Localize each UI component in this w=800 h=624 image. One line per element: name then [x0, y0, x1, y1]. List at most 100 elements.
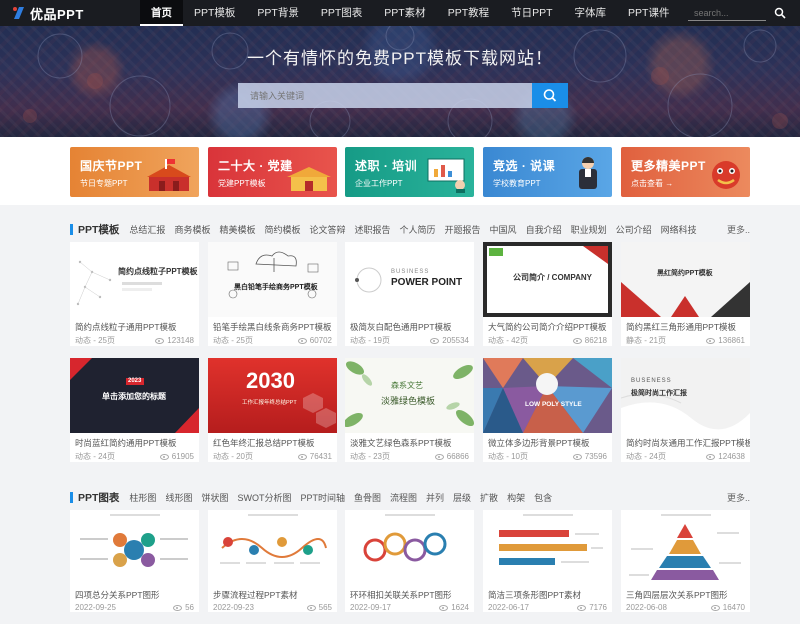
nav-link-fonts[interactable]: 字体库 [564, 0, 618, 26]
tag-chinese-style[interactable]: 中国风 [490, 223, 517, 236]
chart-thumbnail [70, 510, 199, 585]
tag-career[interactable]: 职业规划 [571, 223, 607, 236]
tag-proposal[interactable]: 开题报告 [445, 223, 481, 236]
category-subtitle: 企业工作PPT [355, 179, 403, 188]
card-title: 淡雅文艺绿色森系PPT模板 [350, 438, 452, 448]
tag-swot[interactable]: SWOT分析图 [237, 491, 291, 504]
hero-search-input[interactable] [238, 83, 532, 108]
template-card[interactable]: 黑红简约PPT模板 简约黑红三角形通用PPT模板 静态 - 21页 136861 [621, 242, 750, 346]
tag-hierarchy[interactable]: 层级 [453, 491, 471, 504]
nav-link-ppt-courseware[interactable]: PPT课件 [617, 0, 680, 26]
template-card[interactable]: LOW POLY STYLE 微立体多边形背景PPT模板 动态 - 10页 735… [483, 358, 612, 462]
tag-resume[interactable]: 个人简历 [400, 223, 436, 236]
section-accent-bar [70, 491, 73, 503]
chart-card[interactable]: 环环相扣关联关系PPT图形 2022-09-17 1624 [345, 510, 474, 612]
section-title[interactable]: PPT图表 [78, 490, 119, 505]
tag-line-chart[interactable]: 线形图 [165, 491, 192, 504]
nav-link-ppt-backgrounds[interactable]: PPT背景 [246, 0, 309, 26]
category-more[interactable]: 更多精美PPT 点击查看 → [621, 147, 750, 197]
tag-timeline[interactable]: PPT时间轴 [300, 491, 345, 504]
chart-card[interactable]: 三角四层层次关系PPT图形 2022-06-08 16470 [621, 510, 750, 612]
eye-icon [173, 604, 183, 611]
card-title: 时尚蓝红简约通用PPT模板 [75, 438, 177, 448]
card-meta: 动态 - 42页 [488, 336, 529, 345]
template-card[interactable]: 公司简介 / COMPANY 大气简约公司简介介绍PPT模板 动态 - 42页 8… [483, 242, 612, 346]
card-title: 红色年终汇报总结PPT模板 [213, 438, 315, 448]
template-card[interactable]: BUSENESS 极简时尚工作汇报 简约时尚灰通用工作汇报PPT模板 动态 - … [621, 358, 750, 462]
hero-search-button[interactable] [532, 83, 568, 108]
template-card[interactable]: 2023 单击添加您的标题 时尚蓝红简约通用PPT模板 动态 - 24页 6190… [70, 358, 199, 462]
section-title[interactable]: PPT模板 [78, 222, 119, 237]
card-title: 简约点线粒子通用PPT模板 [75, 322, 177, 332]
thumbnail-title: POWER POINT [391, 277, 463, 288]
thumbnail-subtitle: 森系文艺 [391, 381, 423, 390]
template-card[interactable]: 黑白铅笔手绘商务PPT模板 铅笔手绘黑白线条商务PPT模板 动态 - 25页 60… [208, 242, 337, 346]
card-title: 步骤流程过程PPT素材 [213, 590, 298, 600]
tag-self-intro[interactable]: 自我介绍 [526, 223, 562, 236]
card-meta: 动态 - 20页 [213, 452, 254, 461]
category-school-education[interactable]: 竞选 · 说课 学校教育PPT [483, 147, 612, 197]
more-link[interactable]: 更多.. [727, 491, 750, 504]
chart-card[interactable]: 简洁三项条形图PPT素材 2022-06-17 7176 [483, 510, 612, 612]
templates-section-header: PPT模板 总结汇报 商务模板 精美模板 简约模板 论文答辩 述职报告 个人简历… [70, 221, 750, 237]
nav-search-input[interactable] [688, 5, 766, 21]
template-card[interactable]: 森系文艺 淡雅绿色模板 淡雅文艺绿色森系PPT模板 动态 - 23页 66866 [345, 358, 474, 462]
tag-diffusion[interactable]: 扩散 [480, 491, 498, 504]
tag-framework[interactable]: 构架 [507, 491, 525, 504]
thumbnail-title: 黑白铅笔手绘商务PPT模板 [234, 284, 318, 291]
section-accent-bar [70, 223, 73, 235]
tag-bar-chart[interactable]: 柱形图 [129, 491, 156, 504]
template-card[interactable]: 简约点线粒子PPT模板 简约点线粒子通用PPT模板 动态 - 25页 123148 [70, 242, 199, 346]
eye-icon [159, 453, 169, 460]
nav-link-ppt-tutorials[interactable]: PPT教程 [437, 0, 500, 26]
chart-card[interactable]: 四项总分关系PPT图形 2022-09-25 56 [70, 510, 199, 612]
nav-link-ppt-templates[interactable]: PPT模板 [183, 0, 246, 26]
site-logo[interactable]: 优品PPT [0, 0, 140, 26]
tag-summary[interactable]: 总结汇报 [129, 223, 165, 236]
eye-icon [434, 453, 444, 460]
template-card[interactable]: 2030 工作汇报年终总结PPT 红色年终汇报总结PPT模板 动态 - 20页 7… [208, 358, 337, 462]
search-icon[interactable] [774, 7, 786, 19]
eye-icon [297, 453, 307, 460]
eye-icon [710, 604, 720, 611]
eye-icon [297, 337, 307, 344]
card-date: 2022-09-23 [213, 603, 254, 612]
nav-link-home[interactable]: 首页 [140, 0, 183, 26]
card-title: 大气简约公司简介介绍PPT模板 [488, 322, 607, 332]
chart-thumbnail [483, 510, 612, 585]
tag-pie-chart[interactable]: 饼状图 [201, 491, 228, 504]
nav-link-ppt-charts[interactable]: PPT图表 [310, 0, 373, 26]
tag-company[interactable]: 公司介绍 [616, 223, 652, 236]
category-national-day[interactable]: 国庆节PPT 节日专题PPT [70, 147, 199, 197]
template-card[interactable]: BUSINESS POWER POINT 极简灰白配色通用PPT模板 动态 - … [345, 242, 474, 346]
card-title: 环环相扣关联关系PPT图形 [350, 590, 452, 600]
tag-fishbone[interactable]: 鱼骨图 [354, 491, 381, 504]
logo-icon [12, 5, 26, 21]
tag-simple[interactable]: 简约模板 [264, 223, 300, 236]
category-title: 国庆节PPT [80, 159, 143, 173]
tag-fine[interactable]: 精美模板 [219, 223, 255, 236]
card-title: 微立体多边形背景PPT模板 [488, 438, 590, 448]
nav-link-holiday-ppt[interactable]: 节日PPT [500, 0, 563, 26]
nav-link-ppt-materials[interactable]: PPT素材 [373, 0, 436, 26]
eye-icon [155, 337, 165, 344]
tag-tech[interactable]: 网络科技 [661, 223, 697, 236]
card-date: 2022-09-25 [75, 603, 116, 612]
lion-dance-icon [712, 161, 740, 189]
view-count: 66866 [446, 452, 469, 461]
chart-card[interactable]: 步骤流程过程PPT素材 2022-09-23 565 [208, 510, 337, 612]
tag-parallel[interactable]: 并列 [426, 491, 444, 504]
more-link[interactable]: 更多.. [727, 223, 750, 236]
thumbnail-title: LOW POLY STYLE [525, 401, 582, 408]
tag-inclusion[interactable]: 包含 [534, 491, 552, 504]
tag-thesis[interactable]: 论文答辩 [309, 223, 345, 236]
category-work-report[interactable]: 述职 · 培训 企业工作PPT [345, 147, 474, 197]
category-party-building[interactable]: 二十大 · 党建 党建PPT模板 [208, 147, 337, 197]
thumbnail-subtitle: BUSENESS [631, 378, 672, 384]
tag-business[interactable]: 商务模板 [174, 223, 210, 236]
category-title: 竞选 · 说课 [493, 159, 556, 173]
tag-flowchart[interactable]: 流程图 [390, 491, 417, 504]
tag-debrief[interactable]: 述职报告 [355, 223, 391, 236]
thumbnail-title: 淡雅绿色模板 [381, 396, 436, 406]
card-date: 2022-06-08 [626, 603, 667, 612]
